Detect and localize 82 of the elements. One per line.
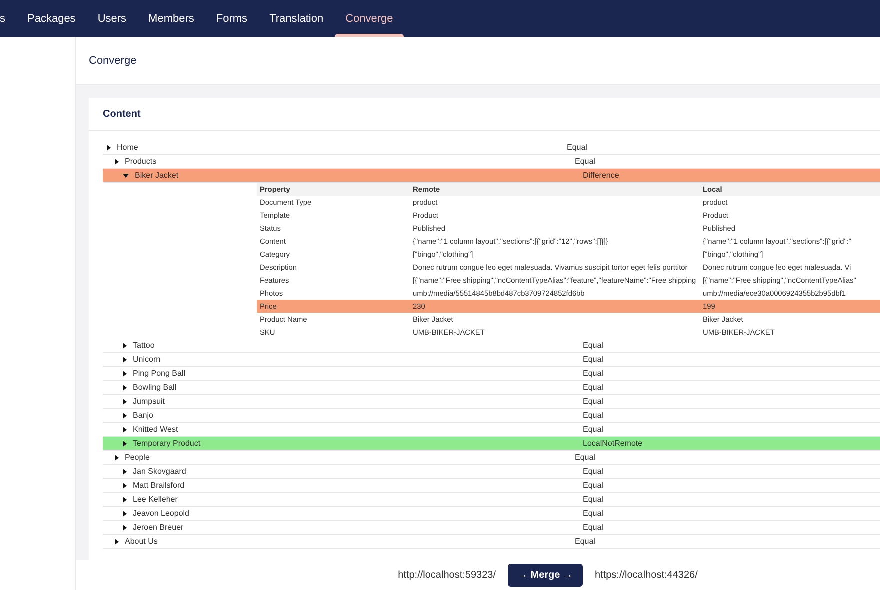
node-status: Equal: [583, 411, 604, 420]
nav-tab[interactable]: s: [0, 0, 16, 37]
nav-tab[interactable]: Forms: [205, 0, 259, 37]
caret-icon[interactable]: [123, 412, 127, 418]
caret-icon[interactable]: [123, 496, 127, 502]
node-name: Products: [125, 157, 157, 166]
tree-row[interactable]: Jeroen Breuer Equal: [103, 521, 880, 535]
tree-row[interactable]: Biker Jacket Difference: [103, 169, 880, 183]
tree-row[interactable]: Home Equal: [103, 141, 880, 155]
node-status: Equal: [583, 369, 604, 378]
node-status: Equal: [583, 355, 604, 364]
tree-row[interactable]: Jeavon Leopold Equal: [103, 507, 880, 521]
tree-row[interactable]: Bowling Ball Equal: [103, 381, 880, 395]
node-status: Equal: [575, 537, 596, 546]
node-status: Equal: [575, 453, 596, 462]
node-name: Knitted West: [133, 425, 178, 434]
tree-row[interactable]: People Equal: [103, 451, 880, 465]
node-status: LocalNotRemote: [583, 439, 643, 448]
node-name: People: [125, 453, 150, 462]
caret-icon[interactable]: [123, 342, 127, 348]
node-status: Equal: [583, 481, 604, 490]
node-name: Bowling Ball: [133, 383, 177, 392]
node-status: Equal: [583, 383, 604, 392]
caret-icon[interactable]: [107, 144, 111, 150]
caret-icon[interactable]: [123, 524, 127, 530]
caret-icon[interactable]: [123, 384, 127, 390]
tree-row[interactable]: Tattoo Equal: [103, 339, 880, 353]
node-status: Equal: [583, 467, 604, 476]
node-name: Home: [117, 143, 138, 152]
caret-icon[interactable]: [115, 454, 119, 460]
card-title: Content: [103, 108, 141, 120]
caret-icon[interactable]: [123, 482, 127, 488]
node-name: Jeroen Breuer: [133, 523, 184, 532]
node-name: Banjo: [133, 411, 154, 420]
node-status: Equal: [583, 509, 604, 518]
node-name: Jumpsuit: [133, 397, 166, 406]
node-status: Difference: [583, 171, 620, 180]
tree-row[interactable]: Jumpsuit Equal: [103, 395, 880, 409]
caret-icon[interactable]: [123, 510, 127, 516]
node-status: Equal: [583, 341, 604, 350]
caret-icon[interactable]: [123, 356, 127, 362]
caret-icon[interactable]: [123, 426, 127, 432]
node-status: Equal: [575, 157, 596, 166]
caret-icon[interactable]: [123, 440, 127, 446]
node-status: Equal: [583, 425, 604, 434]
caret-icon[interactable]: [123, 174, 129, 178]
page-title: Converge: [89, 54, 137, 66]
node-status: Equal: [583, 523, 604, 532]
caret-icon[interactable]: [115, 158, 119, 164]
nav-tab[interactable]: Users: [86, 0, 138, 37]
tree-row[interactable]: Banjo Equal: [103, 409, 880, 423]
nav-tab[interactable]: Converge: [334, 0, 404, 37]
node-name: Lee Kelleher: [133, 495, 178, 504]
node-name: Unicorn: [133, 355, 161, 364]
tree-row[interactable]: Matt Brailsford Equal: [103, 479, 880, 493]
caret-icon[interactable]: [123, 468, 127, 474]
nav-tab[interactable]: Translation: [258, 0, 335, 37]
tree-row[interactable]: Jan Skovgaard Equal: [103, 465, 880, 479]
node-status: Equal: [567, 143, 588, 152]
node-name: Biker Jacket: [135, 171, 179, 180]
tree-row[interactable]: Temporary Product LocalNotRemote: [103, 437, 880, 451]
tree-row[interactable]: Ping Pong Ball Equal: [103, 367, 880, 381]
node-status: Equal: [583, 397, 604, 406]
tree-row[interactable]: Lee Kelleher Equal: [103, 493, 880, 507]
tree-row[interactable]: Unicorn Equal: [103, 353, 880, 367]
node-name: Jan Skovgaard: [133, 467, 186, 476]
merge-button[interactable]: → Merge →: [508, 564, 583, 586]
caret-icon[interactable]: [123, 370, 127, 376]
nav-tab[interactable]: Packages: [16, 0, 87, 37]
nav-tab[interactable]: Members: [138, 0, 206, 37]
node-name: Tattoo: [133, 341, 155, 350]
node-status: Equal: [583, 495, 604, 504]
node-name: About Us: [125, 537, 158, 546]
node-name: Ping Pong Ball: [133, 369, 186, 378]
remote-url: http://localhost:59323/: [398, 570, 496, 580]
caret-icon[interactable]: [115, 538, 119, 544]
caret-icon[interactable]: [123, 398, 127, 404]
node-name: Matt Brailsford: [133, 481, 185, 490]
node-name: Temporary Product: [133, 439, 201, 448]
node-name: Jeavon Leopold: [133, 509, 190, 518]
tree-row[interactable]: About Us Equal: [103, 535, 880, 549]
local-url: https://localhost:44326/: [595, 570, 698, 580]
